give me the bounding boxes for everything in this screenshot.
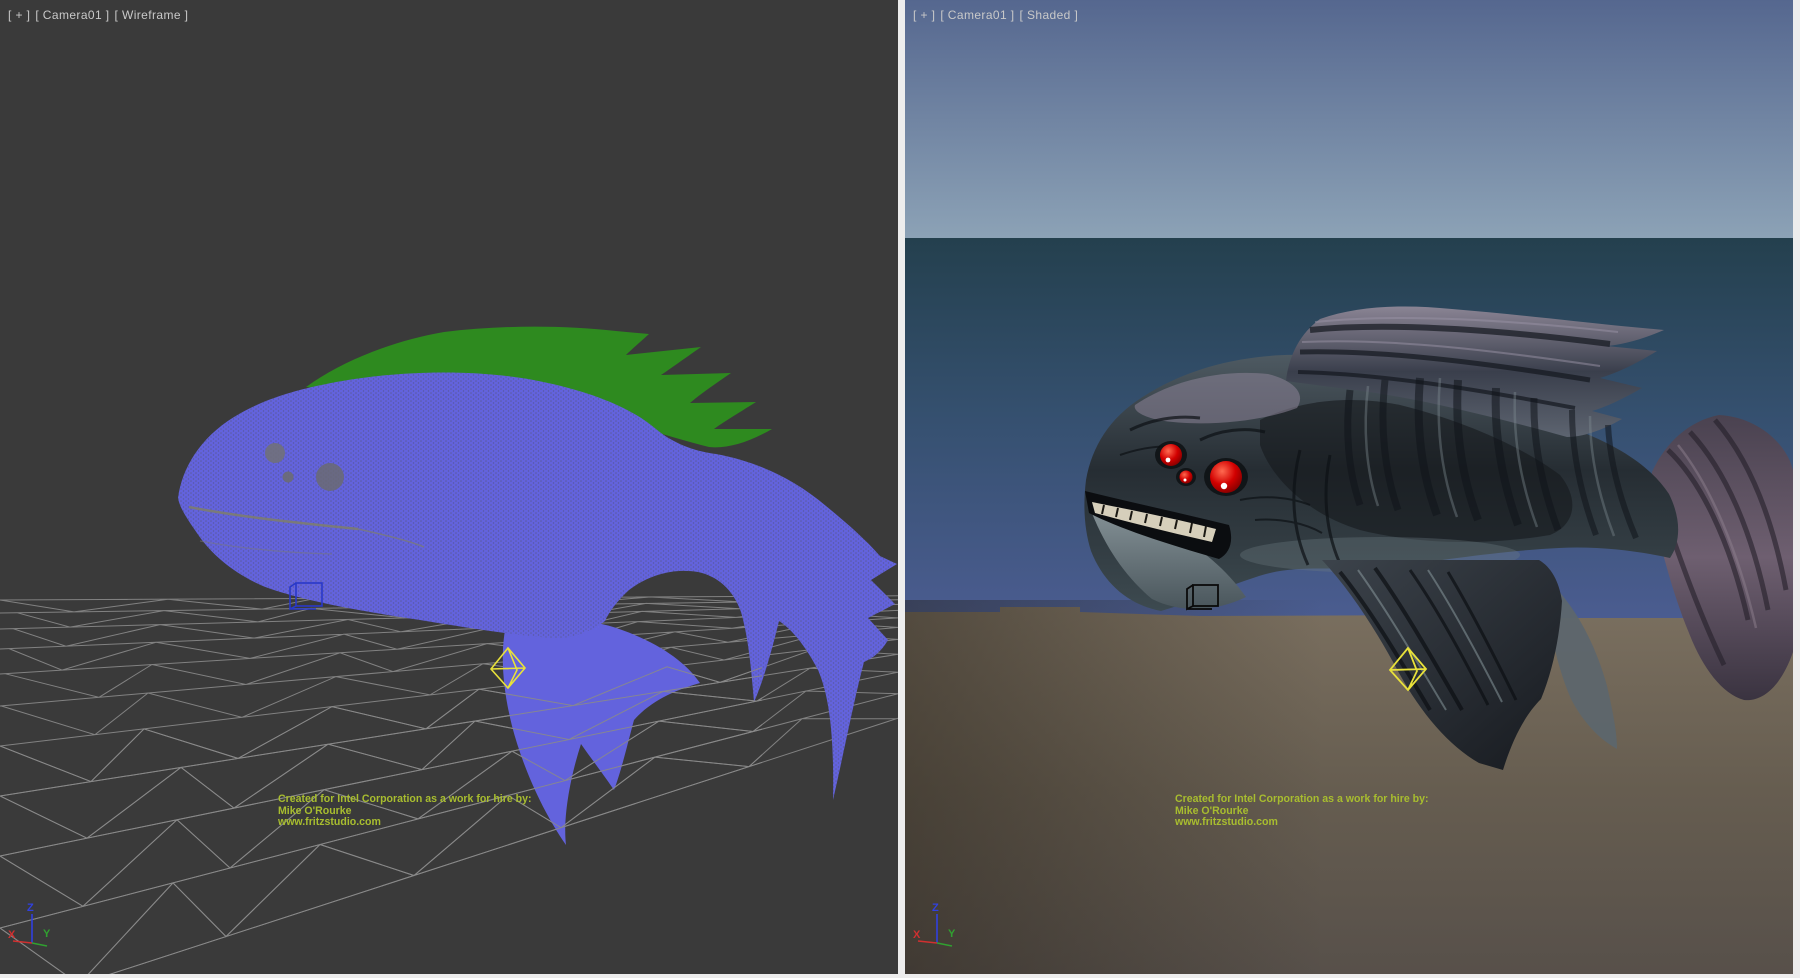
credit-line-3: www.fritzstudio.com bbox=[278, 817, 531, 829]
axis-y-label: Y bbox=[948, 928, 956, 940]
axis-x-label: X bbox=[913, 929, 921, 941]
wireframe-fish[interactable] bbox=[178, 327, 897, 845]
ground[interactable] bbox=[905, 600, 1793, 974]
viewport-shaded[interactable]: Z X Y [ + ] [ Camera01 ] [ Shaded ] Crea… bbox=[905, 0, 1793, 974]
viewport-shading-menu[interactable]: [ Wireframe ] bbox=[115, 8, 189, 22]
viewport-label: [ + ] [ Camera01 ] [ Wireframe ] bbox=[8, 8, 188, 22]
viewport-general-menu[interactable]: [ + ] bbox=[913, 8, 935, 22]
credit-line-3: www.fritzstudio.com bbox=[1175, 817, 1428, 829]
viewport-shading-menu[interactable]: [ Shaded ] bbox=[1020, 8, 1079, 22]
credit-text: Created for Intel Corporation as a work … bbox=[1175, 794, 1428, 829]
viewport-general-menu[interactable]: [ + ] bbox=[8, 8, 30, 22]
axis-z-label: Z bbox=[27, 902, 34, 914]
axis-y-label: Y bbox=[43, 928, 51, 940]
credit-line-1: Created for Intel Corporation as a work … bbox=[278, 794, 531, 806]
eye-spot-small bbox=[283, 472, 294, 483]
eye-spot-top bbox=[265, 443, 285, 463]
viewport-wireframe[interactable]: Z X Y [ + ] [ Camera01 ] [ Wireframe ] C… bbox=[0, 0, 898, 974]
credit-text: Created for Intel Corporation as a work … bbox=[278, 794, 531, 829]
sky bbox=[905, 0, 1793, 238]
max-dual-viewport: Z X Y [ + ] [ Camera01 ] [ Wireframe ] C… bbox=[0, 0, 1800, 978]
viewport-label: [ + ] [ Camera01 ] [ Shaded ] bbox=[913, 8, 1078, 22]
viewport-pov-menu[interactable]: [ Camera01 ] bbox=[940, 8, 1014, 22]
eye-top bbox=[1160, 444, 1182, 466]
axis-z-label: Z bbox=[932, 902, 939, 914]
credit-line-1: Created for Intel Corporation as a work … bbox=[1175, 794, 1428, 806]
viewport-pov-menu[interactable]: [ Camera01 ] bbox=[35, 8, 109, 22]
eye-spot-large bbox=[316, 463, 344, 491]
axis-x-label: X bbox=[8, 929, 16, 941]
eye-small bbox=[1180, 471, 1193, 484]
